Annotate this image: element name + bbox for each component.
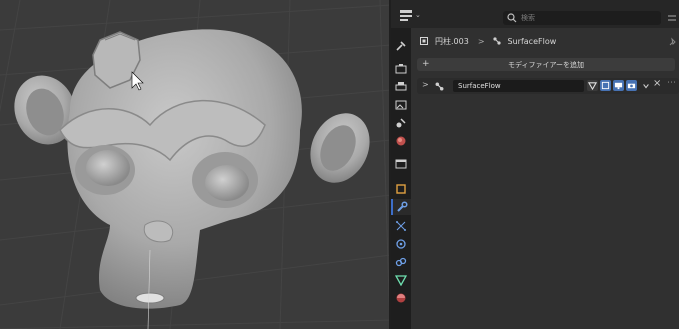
add-modifier-label: モディファイアーを追加 <box>507 60 585 69</box>
tab-tool[interactable] <box>393 38 409 54</box>
cage-icon <box>601 81 610 90</box>
object-icon <box>396 184 406 194</box>
search-icon <box>507 13 517 23</box>
tab-render[interactable] <box>393 61 409 77</box>
geometry-nodes-modifier-icon <box>435 82 444 91</box>
properties-editor-icon <box>400 10 412 21</box>
chevron-down-icon: ⌄ <box>415 11 421 19</box>
geometry-nodes-icon <box>492 37 501 45</box>
options-icon[interactable] <box>667 13 677 23</box>
modifier-panel: > SurfaceFlow × ⋯ <box>417 78 679 94</box>
breadcrumb-separator: > <box>477 36 485 46</box>
camera-back-icon <box>395 64 407 74</box>
image-icon <box>395 100 407 110</box>
tool-icon <box>396 41 406 51</box>
material-icon <box>396 293 406 303</box>
on-cage-toggle[interactable] <box>600 80 611 91</box>
scene-icon <box>396 118 406 128</box>
suzanne-mesh[interactable] <box>5 29 381 329</box>
edit-mode-toggle[interactable] <box>587 80 598 91</box>
search-input[interactable]: 検索 <box>503 11 661 25</box>
constraint-icon <box>395 257 407 267</box>
editor-type-menu[interactable]: ⌄ <box>399 8 425 22</box>
wrench-icon <box>397 201 408 212</box>
breadcrumb: 円柱.003 > SurfaceFlow <box>411 28 679 54</box>
properties-content: 円柱.003 > SurfaceFlow + モディファイアーを追加 > Sur… <box>411 28 679 329</box>
modifier-dropdown[interactable] <box>640 80 651 91</box>
tab-output[interactable] <box>393 79 409 95</box>
monitor-icon <box>614 82 623 90</box>
tab-modifiers[interactable] <box>391 199 411 215</box>
edit-mode-icon <box>588 82 597 90</box>
tab-object[interactable] <box>393 181 409 197</box>
breadcrumb-object: 円柱.003 <box>435 36 469 46</box>
tab-physics[interactable] <box>393 236 409 252</box>
expand-chevron-icon[interactable]: > <box>422 80 429 89</box>
tab-particles[interactable] <box>393 218 409 234</box>
tab-material[interactable] <box>393 290 409 306</box>
3d-viewport[interactable] <box>0 0 391 329</box>
tab-view-layer[interactable] <box>393 97 409 113</box>
tab-scene[interactable] <box>393 115 409 131</box>
collection-icon <box>395 159 407 169</box>
plus-icon: + <box>422 59 430 69</box>
chevron-down-icon <box>642 83 649 88</box>
viewport-toggle[interactable] <box>613 80 624 91</box>
properties-header: ⌄ 検索 <box>391 0 679 28</box>
modifier-name-field[interactable]: SurfaceFlow <box>453 80 584 92</box>
drag-handle-icon[interactable]: ⋯ <box>667 78 676 88</box>
viewport-grid <box>0 0 391 329</box>
tab-collection[interactable] <box>393 156 409 172</box>
properties-tabs <box>391 28 411 329</box>
add-modifier-button[interactable]: + モディファイアーを追加 <box>417 58 675 71</box>
search-placeholder: 検索 <box>521 14 535 22</box>
breadcrumb-modifier: SurfaceFlow <box>507 36 557 46</box>
render-toggle[interactable] <box>626 80 637 91</box>
mesh-data-icon <box>395 275 407 286</box>
close-icon[interactable]: × <box>653 78 661 89</box>
pin-icon[interactable] <box>667 37 677 47</box>
tab-data[interactable] <box>393 272 409 288</box>
tab-constraints[interactable] <box>393 254 409 270</box>
camera-icon <box>627 83 636 89</box>
printer-icon <box>395 82 407 91</box>
physics-icon <box>396 239 406 249</box>
world-icon <box>396 136 406 146</box>
tab-world[interactable] <box>393 133 409 149</box>
particles-icon <box>396 221 406 231</box>
object-data-icon <box>420 37 428 45</box>
